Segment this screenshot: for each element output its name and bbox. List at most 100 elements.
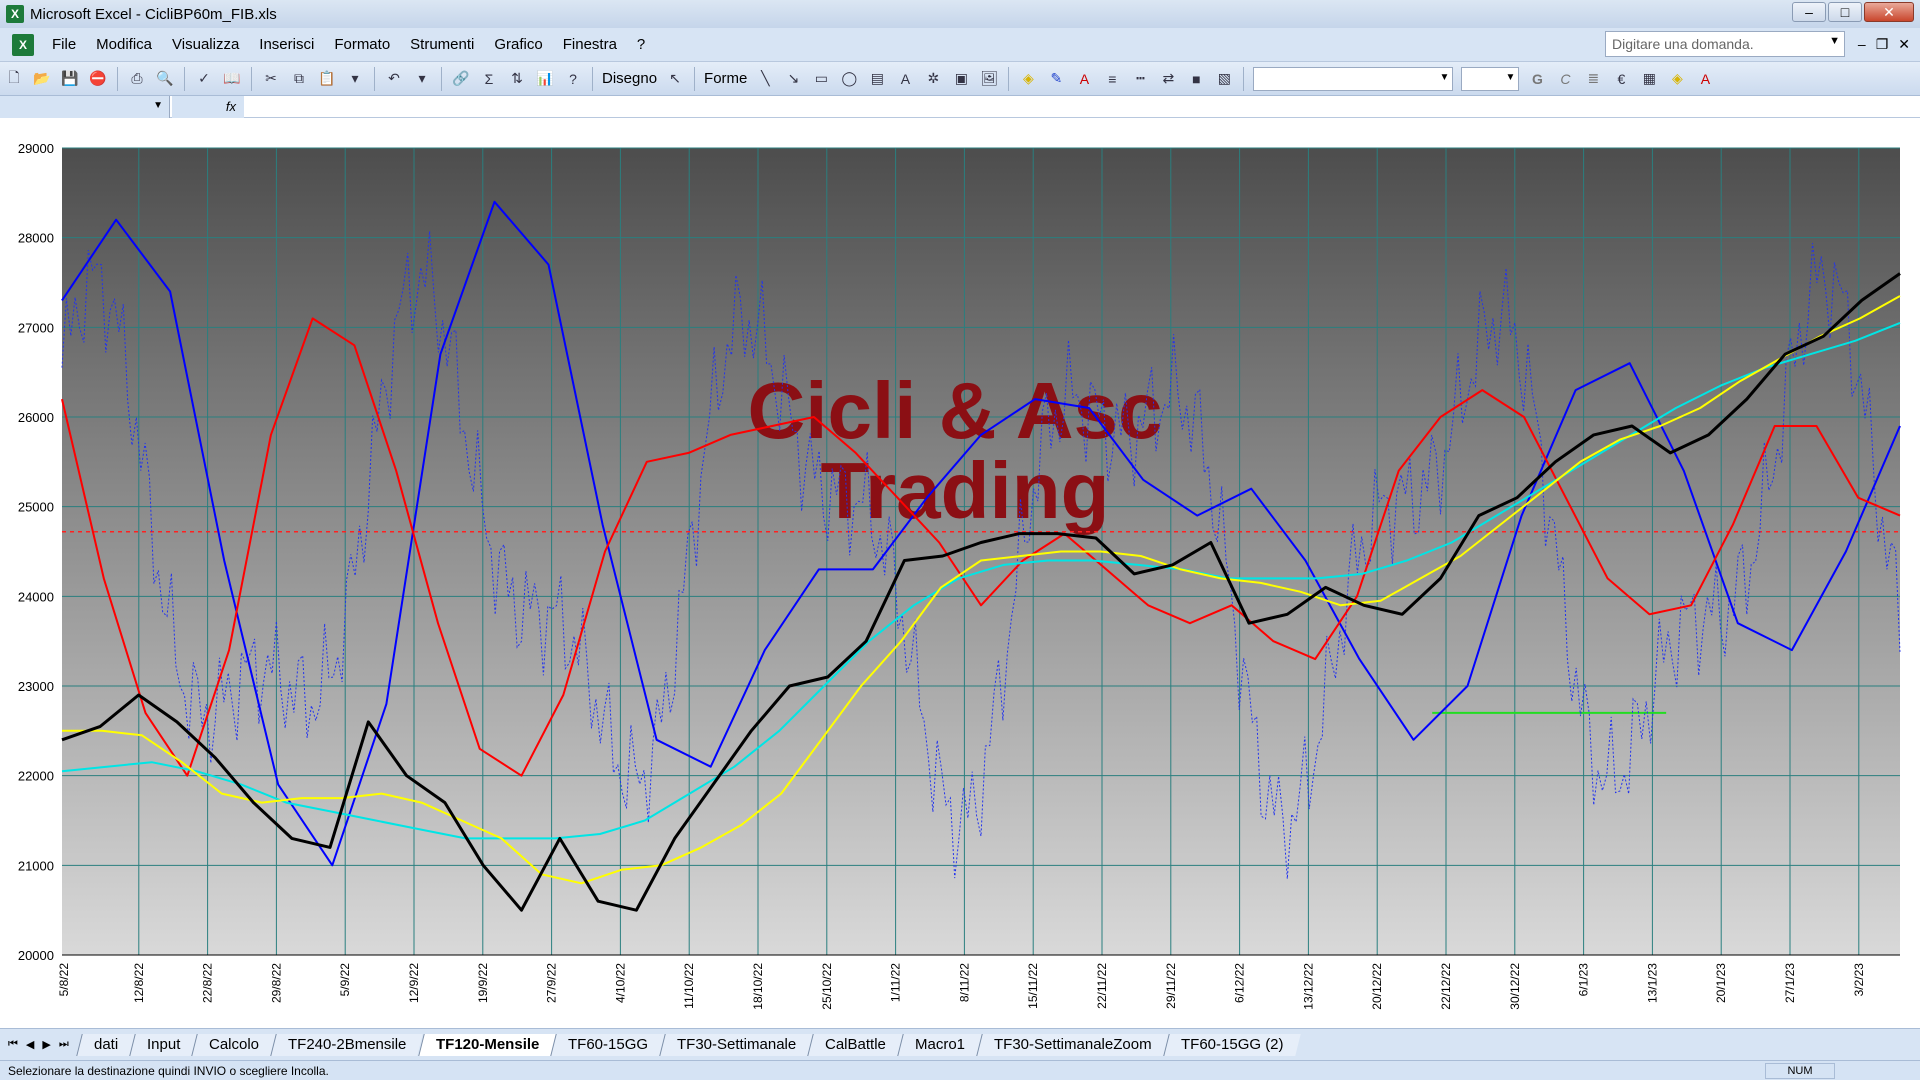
doc-minimize-button[interactable]: –: [1858, 36, 1866, 53]
paste-icon[interactable]: 📋: [316, 68, 338, 90]
chevron-down-icon[interactable]: ▼: [1505, 72, 1515, 83]
help-search-input[interactable]: Digitare una domanda. ▼: [1605, 31, 1845, 57]
disegno-menu[interactable]: Disegno: [598, 70, 661, 87]
tab-tf240-2bmensile[interactable]: TF240-2Bmensile: [270, 1033, 424, 1056]
align-icon[interactable]: ≣: [1582, 68, 1604, 90]
menu-bar: X File Modifica Visualizza Inserisci For…: [0, 28, 1920, 62]
y-tick-label: 22000: [18, 769, 54, 784]
price-cycle-chart[interactable]: 20000 21000 22000 23000 24000 25000 26000 27000…: [0, 118, 1920, 1028]
open-icon[interactable]: 📂: [31, 68, 53, 90]
status-bar: Selezionare la destinazione quindi INVIO…: [0, 1060, 1920, 1080]
hyperlink-icon[interactable]: 🔗: [450, 68, 472, 90]
chevron-down-icon[interactable]: ▼: [1829, 35, 1840, 47]
font-name-select[interactable]: ▼: [1253, 66, 1454, 91]
spelling-icon[interactable]: ✓: [193, 68, 215, 90]
close-button[interactable]: ✕: [1864, 2, 1914, 22]
menu-inserisci[interactable]: Inserisci: [249, 36, 324, 53]
shadow-icon[interactable]: ■: [1185, 68, 1207, 90]
menu-file[interactable]: File: [42, 36, 86, 53]
insert-function-icon[interactable]: fx: [172, 96, 244, 118]
menu-formato[interactable]: Formato: [324, 36, 400, 53]
3d-icon[interactable]: ▧: [1213, 68, 1235, 90]
menu-help[interactable]: ?: [627, 36, 655, 53]
save-icon[interactable]: 💾: [59, 68, 81, 90]
help-icon[interactable]: ?: [562, 68, 584, 90]
font-size-select[interactable]: ▼: [1461, 66, 1520, 91]
select-pointer-icon[interactable]: ↖: [664, 68, 686, 90]
font-color-icon[interactable]: A: [1073, 68, 1095, 90]
menu-strumenti[interactable]: Strumenti: [400, 36, 484, 53]
minimize-button[interactable]: –: [1792, 2, 1826, 22]
print-icon[interactable]: ⎙: [126, 68, 148, 90]
tab-tf60-15gg[interactable]: TF60-15GG: [550, 1033, 665, 1056]
tab-tf30-settimanale[interactable]: TF30-Settimanale: [659, 1033, 814, 1056]
menu-visualizza[interactable]: Visualizza: [162, 36, 249, 53]
line-color-icon[interactable]: ✎: [1045, 68, 1067, 90]
dash-style-icon[interactable]: ┅: [1129, 68, 1151, 90]
arrow-style-icon[interactable]: ⇄: [1157, 68, 1179, 90]
maximize-button[interactable]: □: [1828, 2, 1862, 22]
picture-icon[interactable]: 🖼: [978, 68, 1000, 90]
first-sheet-icon[interactable]: ⏮: [8, 1038, 18, 1051]
chart-wizard-icon[interactable]: 📊: [534, 68, 556, 90]
y-tick-label: 28000: [18, 231, 54, 246]
bold-icon[interactable]: G: [1526, 68, 1548, 90]
x-tick-label: 29/8/22: [269, 963, 283, 1003]
cell-font-color-icon[interactable]: A: [1694, 68, 1716, 90]
doc-close-button[interactable]: ✕: [1898, 36, 1910, 53]
redo-icon[interactable]: ▾: [411, 68, 433, 90]
chevron-down-icon[interactable]: ▼: [153, 100, 163, 111]
doc-restore-button[interactable]: ❐: [1876, 36, 1889, 53]
undo-icon[interactable]: ↶: [383, 68, 405, 90]
line-icon[interactable]: ╲: [754, 68, 776, 90]
tab-calcolo[interactable]: Calcolo: [191, 1033, 277, 1056]
permission-icon[interactable]: ⛔: [87, 68, 109, 90]
x-tick-label: 27/9/22: [545, 963, 559, 1003]
tab-tf30-settimanalezoom[interactable]: TF30-SettimanaleZoom: [976, 1033, 1169, 1056]
tab-tf60-15gg-2[interactable]: TF60-15GG (2): [1163, 1033, 1301, 1056]
arrow-icon[interactable]: ↘: [782, 68, 804, 90]
chevron-down-icon[interactable]: ▼: [1439, 72, 1449, 83]
diagram-icon[interactable]: ✲: [922, 68, 944, 90]
cell-fill-icon[interactable]: ◈: [1666, 68, 1688, 90]
textbox-icon[interactable]: ▤: [866, 68, 888, 90]
cut-icon[interactable]: ✂: [260, 68, 282, 90]
tab-tf120-mensile[interactable]: TF120-Mensile: [417, 1033, 556, 1056]
menu-grafico[interactable]: Grafico: [484, 36, 552, 53]
borders-icon[interactable]: ▦: [1638, 68, 1660, 90]
y-tick-label: 27000: [18, 320, 54, 335]
menu-finestra[interactable]: Finestra: [553, 36, 627, 53]
copy-icon[interactable]: ⧉: [288, 68, 310, 90]
tab-calbattle[interactable]: CalBattle: [807, 1033, 903, 1056]
tab-input[interactable]: Input: [129, 1033, 198, 1056]
last-sheet-icon[interactable]: ⏭: [59, 1038, 69, 1051]
oval-icon[interactable]: ◯: [838, 68, 860, 90]
format-painter-icon[interactable]: ▾: [344, 68, 366, 90]
clipart-icon[interactable]: ▣: [950, 68, 972, 90]
tab-macro1[interactable]: Macro1: [897, 1033, 983, 1056]
rectangle-icon[interactable]: ▭: [810, 68, 832, 90]
y-tick-label: 25000: [18, 500, 54, 515]
workbook-icon[interactable]: X: [12, 33, 34, 56]
sort-icon[interactable]: ⇅: [506, 68, 528, 90]
prev-sheet-icon[interactable]: ◀: [26, 1038, 34, 1051]
forme-menu[interactable]: Forme: [700, 70, 751, 87]
tab-dati[interactable]: dati: [76, 1033, 135, 1056]
name-box[interactable]: ▼: [0, 96, 170, 118]
new-icon[interactable]: 🗋: [3, 68, 25, 90]
menu-modifica[interactable]: Modifica: [86, 36, 162, 53]
print-preview-icon[interactable]: 🔍: [154, 68, 176, 90]
italic-icon[interactable]: C: [1554, 68, 1576, 90]
wordart-icon[interactable]: A: [894, 68, 916, 90]
next-sheet-icon[interactable]: ▶: [42, 1038, 50, 1051]
x-tick-label: 22/8/22: [201, 963, 215, 1003]
x-tick-label: 3/2/23: [1852, 963, 1866, 997]
euro-icon[interactable]: €: [1610, 68, 1632, 90]
research-icon[interactable]: 📖: [221, 68, 243, 90]
autosum-icon[interactable]: Σ: [478, 68, 500, 90]
y-tick-label: 29000: [18, 141, 54, 156]
fill-color-icon[interactable]: ◈: [1017, 68, 1039, 90]
chart-sheet[interactable]: 20000 21000 22000 23000 24000 25000 26000 27000…: [0, 118, 1920, 1028]
x-tick-label: 12/8/22: [132, 963, 146, 1003]
line-style-icon[interactable]: ≡: [1101, 68, 1123, 90]
